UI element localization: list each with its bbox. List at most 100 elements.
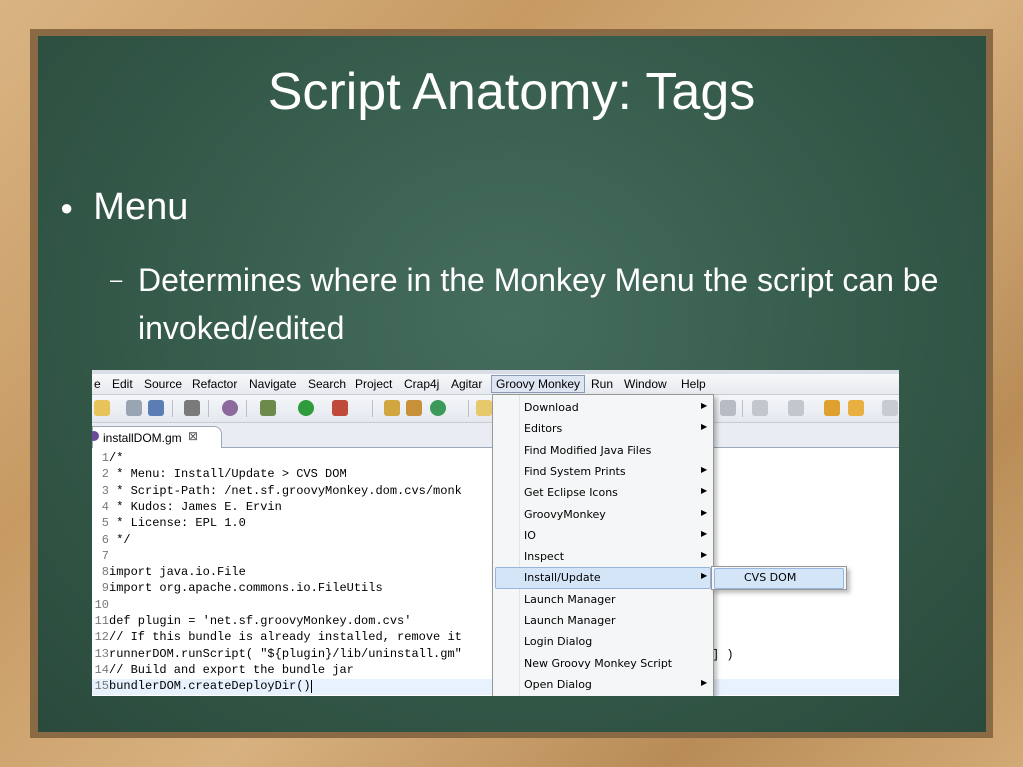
menu-item-new-groovy-monkey-script[interactable]: New Groovy Monkey Script (493, 653, 713, 674)
eclipse-screenshot: e Edit Source Refactor Navigate Search Project… (92, 370, 899, 696)
code-line[interactable]: 10 (92, 598, 109, 614)
new-interface-icon[interactable] (430, 400, 446, 416)
code-text: * Menu: Install/Update > CVS DOM (109, 467, 347, 482)
sub-bullet-text: Determines where in the Monkey Menu the … (138, 262, 939, 346)
next-annotation-icon[interactable] (752, 400, 768, 416)
line-number: 9 (101, 581, 109, 596)
menu-window[interactable]: Window (624, 377, 667, 391)
line-number: 7 (101, 548, 109, 563)
submenu-item-cvs-dom[interactable]: CVS DOM (744, 571, 796, 584)
line-number: 12 (94, 630, 109, 645)
menu-item-label: IO (524, 528, 536, 542)
toolbar-separator (742, 400, 743, 417)
print-icon[interactable] (148, 400, 164, 416)
menu-item-login-dialog[interactable]: Login Dialog (493, 631, 713, 652)
code-text: // Build and export the bundle jar (109, 662, 354, 677)
menu-item-find-system-prints[interactable]: Find System Prints ▶ (493, 461, 713, 482)
menu-source[interactable]: Source (144, 377, 182, 391)
submenu-arrow-icon: ▶ (701, 550, 708, 560)
code-text: /* (109, 451, 124, 465)
menu-item-label: Get Eclipse Icons (524, 486, 618, 500)
menu-help[interactable]: Help (681, 377, 706, 391)
line-number: 4 (101, 499, 109, 514)
code-line[interactable]: 12// If this bundle is already installed… (92, 630, 462, 646)
previous-annotation-icon[interactable] (788, 400, 804, 416)
submenu-arrow-icon: ▶ (701, 401, 708, 410)
toolbar-separator (172, 400, 173, 417)
code-trailing-text: ] ) (712, 648, 734, 662)
save-icon[interactable] (126, 400, 142, 416)
code-line[interactable]: 3 * Script-Path: /net.sf.groovyMonkey.do… (92, 484, 462, 500)
code-line[interactable]: 2 * Menu: Install/Update > CVS DOM (92, 467, 347, 483)
line-number: 5 (101, 516, 109, 531)
toolbar-separator (208, 400, 209, 417)
code-line[interactable]: 1/* (92, 451, 124, 467)
menu-item-open-dialog[interactable]: Open Dialog ▶ (493, 674, 713, 695)
open-type-icon[interactable] (476, 400, 492, 416)
code-line[interactable]: 6 */ (92, 533, 131, 549)
code-line[interactable]: 14// Build and export the bundle jar (92, 663, 354, 679)
new-package-icon[interactable] (384, 400, 400, 416)
menu-item-label: Install/Update (524, 571, 601, 585)
menu-item-label: Find System Prints (524, 464, 626, 478)
menu-item-io[interactable]: IO ▶ (493, 525, 713, 546)
new-class-icon[interactable] (406, 400, 422, 416)
menu-item-install-update[interactable]: Install/Update ▶ (493, 567, 713, 590)
line-number: 13 (94, 646, 109, 661)
code-line[interactable]: 5 * License: EPL 1.0 (92, 516, 246, 532)
close-icon[interactable]: ⊠ (188, 429, 198, 443)
forward-icon[interactable] (882, 400, 898, 416)
menu-item-launch-manager[interactable]: Launch Manager (493, 589, 713, 610)
menu-item-label: GroovyMonkey (524, 507, 606, 521)
code-line[interactable]: 8import java.io.File (92, 565, 246, 581)
groovy-file-icon (92, 431, 99, 441)
menu-refactor[interactable]: Refactor (192, 377, 237, 391)
install-update-submenu: CVS DOM (711, 566, 847, 590)
menu-search[interactable]: Search (308, 377, 346, 391)
toolbar-separator (468, 400, 469, 417)
menu-item-launch-manager[interactable]: Launch Manager (493, 610, 713, 631)
external-tools-icon[interactable] (332, 400, 348, 416)
menu-edit[interactable]: Edit (112, 377, 133, 391)
back-icon[interactable] (848, 400, 864, 416)
new-file-icon[interactable] (94, 400, 110, 416)
submenu-arrow-icon: ▶ (701, 507, 708, 517)
groovy-monkey-menu: Download ▶ Editors ▶ Find Modified Java File… (492, 394, 714, 696)
menu-navigate[interactable]: Navigate (249, 377, 296, 391)
code-line[interactable]: 13runnerDOM.runScript( "${plugin}/lib/un… (92, 647, 462, 663)
last-edit-icon[interactable] (824, 400, 840, 416)
menu-item-find-modified-java-files[interactable]: Find Modified Java Files (493, 440, 713, 461)
menu-item-download[interactable]: Download ▶ (493, 397, 713, 418)
menu-agitar[interactable]: Agitar (451, 377, 482, 391)
menu-groovy-monkey[interactable]: Groovy Monkey (491, 375, 586, 393)
line-number: 1 (101, 451, 109, 465)
toolbar-separator (372, 400, 373, 417)
menu-item-inspect[interactable]: Inspect ▶ (493, 546, 713, 567)
menu-item-label: Download (524, 401, 579, 414)
menu-e[interactable]: e (94, 377, 101, 391)
menu-item-groovymonkey[interactable]: GroovyMonkey ▶ (493, 504, 713, 525)
pen-icon[interactable] (720, 400, 736, 416)
tab-installdom[interactable]: installDOM.gm ⊠ (92, 426, 222, 448)
code-text: * Kudos: James E. Ervin (109, 499, 282, 514)
menu-item-get-eclipse-icons[interactable]: Get Eclipse Icons ▶ (493, 482, 713, 503)
menu-crap4j[interactable]: Crap4j (404, 377, 439, 391)
code-line[interactable]: 9import org.apache.commons.io.FileUtils (92, 581, 383, 597)
code-text: import java.io.File (109, 565, 246, 580)
menu-project[interactable]: Project (355, 377, 392, 391)
code-text: // If this bundle is already installed, … (109, 630, 462, 645)
code-line[interactable]: 7 (92, 549, 109, 565)
clipboard-icon[interactable] (184, 400, 200, 416)
monkey-icon[interactable] (222, 400, 238, 416)
menu-item-editors[interactable]: Editors ▶ (493, 418, 713, 439)
code-line[interactable]: 11def plugin = 'net.sf.groovyMonkey.dom.… (92, 614, 412, 630)
menu-bar: e Edit Source Refactor Navigate Search Project… (92, 374, 899, 395)
code-text: import org.apache.commons.io.FileUtils (109, 581, 383, 596)
menu-run[interactable]: Run (591, 377, 613, 391)
code-line[interactable]: 4 * Kudos: James E. Ervin (92, 500, 282, 516)
debug-icon[interactable] (260, 400, 276, 416)
bullet-text: Menu (93, 186, 189, 228)
menu-item-label: Editors (524, 422, 563, 436)
run-icon[interactable] (298, 400, 314, 416)
menu-item-label: Login Dialog (524, 635, 593, 649)
